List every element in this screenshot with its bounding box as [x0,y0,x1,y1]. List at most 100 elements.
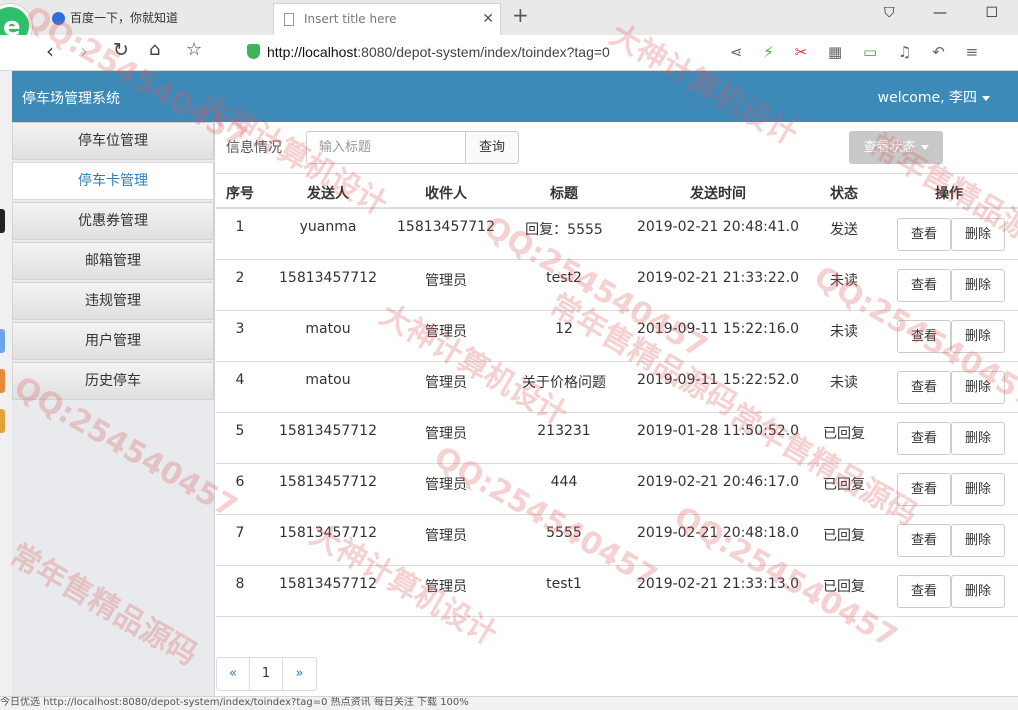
view-button[interactable]: 查看 [897,524,951,557]
side-app-icon[interactable] [0,329,5,353]
delete-button[interactable]: 删除 [951,269,1005,302]
undo-icon[interactable]: ↶ [932,43,945,61]
sidebar-item-violation[interactable]: 违规管理 [12,282,214,320]
browser-status-bar: 今日优选 http://localhost:8080/depot-system/… [0,696,1018,710]
delete-button[interactable]: 删除 [951,371,1005,404]
view-button[interactable]: 查看 [897,473,951,506]
send-time-cell: 2019-02-21 21:33:22.0 [636,270,800,286]
status-cell: 已回复 [823,477,865,493]
table-row: 7 15813457712 管理员 5555 2019-02-21 20:48:18.0… [216,515,1018,566]
delete-button[interactable]: 删除 [951,473,1005,506]
view-button[interactable]: 查看 [897,320,951,353]
browser-tab-strip: e 百度一下，你就知道 Insert title here ✕ + ⛉ — ☐ [0,0,1018,48]
home-icon[interactable]: ⌂ [149,39,160,60]
paw-icon [52,12,65,25]
next-page-button[interactable]: » [283,658,316,690]
view-button[interactable]: 查看 [897,575,951,608]
sidebar-item-parking-card[interactable]: 停车卡管理 [12,162,214,200]
prev-page-button[interactable]: « [217,658,250,690]
table-row: 4 matou 管理员 关于价格问题 2019-09-11 15:22:52.0 未读 查看… [216,362,1018,413]
message-table: 序号 发送人 收件人 标题 发送时间 状态 操作 1 yuanma 15813457… [216,173,1018,617]
caret-down-icon [982,95,990,101]
title-cell: test1 [546,576,582,592]
scissors-icon[interactable]: ✂ [795,43,808,61]
user-menu[interactable]: welcome, 李四 [878,87,990,107]
star-icon[interactable]: ☆ [186,39,202,60]
row-number: 2 [235,270,245,286]
sidebar: 停车位管理 停车卡管理 优惠券管理 邮箱管理 违规管理 用户管理 历史停车 [12,122,215,696]
search-input[interactable]: 输入标题 [306,131,466,164]
title-cell: test2 [546,270,582,286]
status-cell: 已回复 [823,528,865,544]
sidebar-item-mailbox[interactable]: 邮箱管理 [12,242,214,280]
sender-cell: 15813457712 [279,525,377,541]
battery-icon[interactable]: ▭ [863,43,877,61]
new-tab-icon[interactable]: + [512,3,529,27]
row-number: 4 [235,372,245,388]
sidebar-item-history[interactable]: 历史停车 [12,362,214,400]
view-button[interactable]: 查看 [897,218,951,251]
column-header: 发送时间 [690,186,746,202]
row-number: 8 [235,576,245,592]
page-1-button[interactable]: 1 [250,658,283,690]
table-row: 2 15813457712 管理员 test2 2019-02-21 21:33:22.… [216,260,1018,311]
delete-button[interactable]: 删除 [951,218,1005,251]
delete-button[interactable]: 删除 [951,422,1005,455]
browser-tools: ⋖ ⚡ ✂ ▦ ▭ ♫ ↶ ≡ [730,43,994,61]
url-field[interactable]: http://localhost:8080/depot-system/index… [267,44,610,60]
search-button[interactable]: 查询 [465,131,519,164]
side-app-icon[interactable] [0,369,5,393]
grid-icon[interactable]: ▦ [828,43,842,61]
maximize-icon[interactable]: ☐ [985,5,998,21]
title-cell: 444 [550,474,578,490]
status-filter-button[interactable]: 查看状态 [849,131,943,164]
row-number: 5 [235,423,245,439]
recipient-cell: 管理员 [425,528,467,544]
table-row: 1 yuanma 15813457712 回复：5555 2019-02-21 20:4… [216,209,1018,260]
sender-cell: 15813457712 [279,474,377,490]
share-icon[interactable]: ⋖ [730,43,743,61]
delete-button[interactable]: 删除 [951,524,1005,557]
side-app-icon[interactable] [0,409,5,433]
view-button[interactable]: 查看 [897,269,951,302]
row-number: 1 [235,219,245,235]
status-cell: 已回复 [823,579,865,595]
browser-tab-active[interactable]: Insert title here ✕ [273,3,501,35]
tab-title: 百度一下，你就知道 [70,11,179,25]
delete-button[interactable]: 删除 [951,320,1005,353]
page-icon [284,13,294,26]
column-header: 标题 [550,186,578,202]
status-cell: 发送 [830,222,858,238]
skin-icon[interactable]: ⛉ [884,5,895,21]
table-row: 6 15813457712 管理员 444 2019-02-21 20:46:17.0 已… [216,464,1018,515]
recipient-cell: 管理员 [425,273,467,289]
status-cell: 未读 [830,324,858,340]
forward-icon[interactable]: › [80,39,88,63]
reload-icon[interactable]: ↻ [113,39,129,61]
title-cell: 回复：5555 [525,222,603,238]
browser-tab-baidu[interactable]: 百度一下，你就知道 [50,3,270,35]
browser-side-strip [0,71,12,696]
sidebar-item-parking-space[interactable]: 停车位管理 [12,122,214,160]
sidebar-item-coupon[interactable]: 优惠券管理 [12,202,214,240]
send-time-cell: 2019-02-21 20:46:17.0 [636,474,800,490]
recipient-cell: 管理员 [425,426,467,442]
bolt-icon[interactable]: ⚡ [763,43,774,61]
sender-cell: 15813457712 [279,576,377,592]
table-row: 3 matou 管理员 12 2019-09-11 15:22:16.0 未读 查看 删除 [216,311,1018,362]
view-button[interactable]: 查看 [897,422,951,455]
tab-title: Insert title here [304,12,397,26]
menu-icon[interactable]: ≡ [966,43,979,61]
headphones-icon[interactable]: ♫ [898,43,911,61]
title-cell: 213231 [537,423,591,439]
back-icon[interactable]: ‹ [46,39,54,63]
close-icon[interactable]: ✕ [482,4,494,34]
status-cell: 未读 [830,375,858,391]
delete-button[interactable]: 删除 [951,575,1005,608]
minimize-icon[interactable]: — [933,5,947,21]
row-number: 6 [235,474,245,490]
side-app-icon[interactable] [0,209,5,233]
view-button[interactable]: 查看 [897,371,951,404]
sidebar-item-users[interactable]: 用户管理 [12,322,214,360]
title-cell: 5555 [546,525,582,541]
